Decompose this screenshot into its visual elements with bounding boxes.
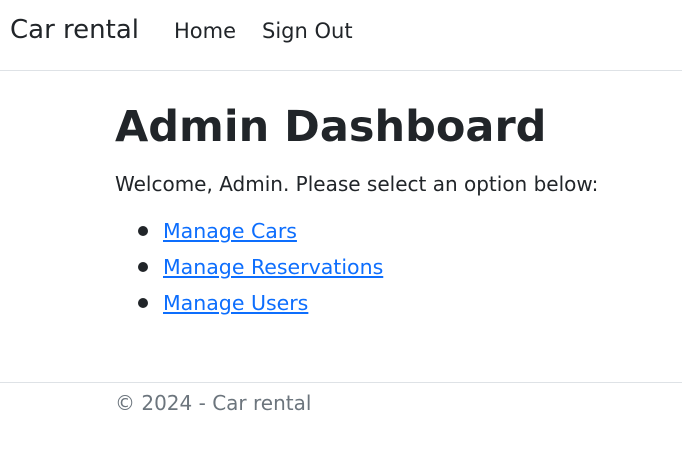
- bullet-icon: [138, 298, 148, 308]
- page-footer: © 2024 - Car rental: [0, 382, 682, 415]
- top-navbar: Car rental Home Sign Out: [0, 0, 682, 71]
- list-item: Manage Reservations: [115, 249, 675, 285]
- manage-reservations-link[interactable]: Manage Reservations: [163, 255, 383, 279]
- main-content: Admin Dashboard Welcome, Admin. Please s…: [115, 95, 675, 321]
- bullet-icon: [138, 262, 148, 272]
- page-title: Admin Dashboard: [115, 102, 547, 152]
- nav-signout-link[interactable]: Sign Out: [262, 15, 353, 47]
- manage-users-link[interactable]: Manage Users: [163, 291, 308, 315]
- manage-cars-link[interactable]: Manage Cars: [163, 219, 297, 243]
- admin-options-list: Manage Cars Manage Reservations Manage U…: [115, 213, 675, 321]
- welcome-text: Welcome, Admin. Please select an option …: [115, 172, 599, 196]
- nav-home-link[interactable]: Home: [174, 15, 236, 47]
- list-item: Manage Users: [115, 285, 675, 321]
- bullet-icon: [138, 226, 148, 236]
- footer-copyright: © 2024 - Car rental: [115, 391, 312, 415]
- brand-link[interactable]: Car rental: [10, 12, 139, 48]
- list-item: Manage Cars: [115, 213, 675, 249]
